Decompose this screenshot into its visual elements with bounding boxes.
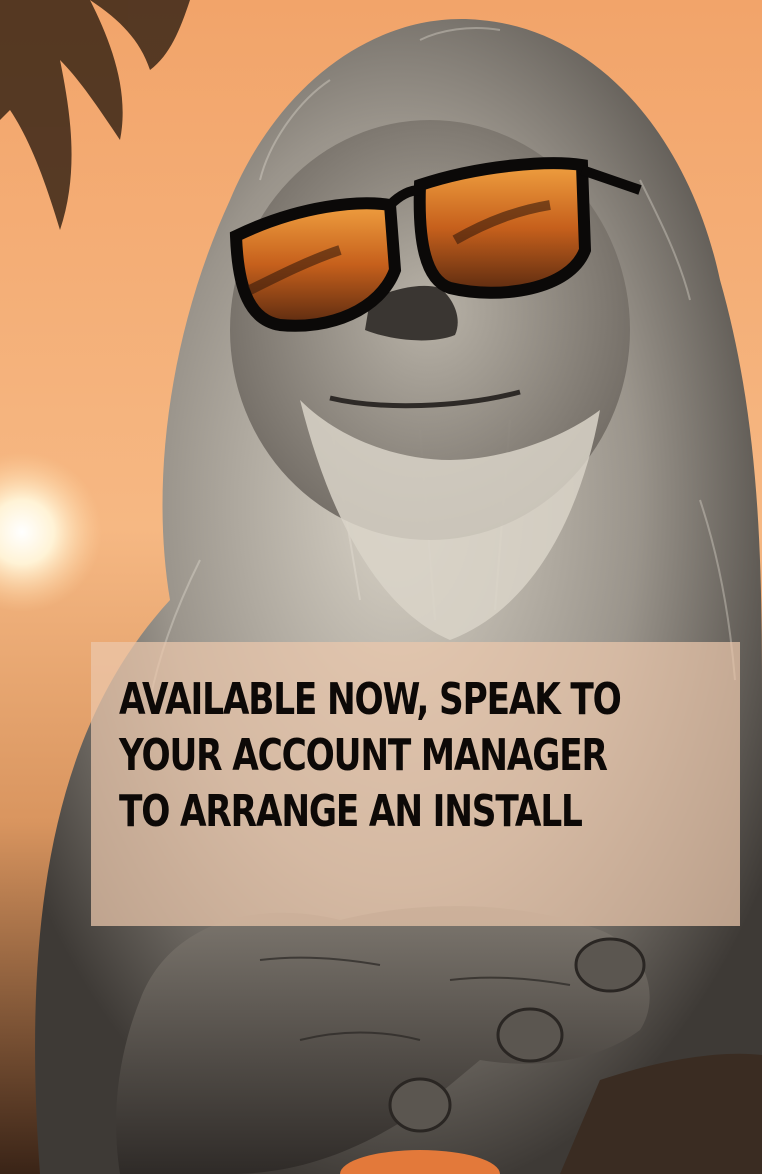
headline: AVAILABLE NOW, SPEAK TO YOUR ACCOUNT MAN… (119, 672, 712, 840)
poster: AVAILABLE NOW, SPEAK TO YOUR ACCOUNT MAN… (0, 0, 762, 1174)
headline-line-3: TO ARRANGE AN INSTALL (119, 786, 583, 837)
scene-illustration (0, 0, 762, 1174)
headline-panel: AVAILABLE NOW, SPEAK TO YOUR ACCOUNT MAN… (91, 642, 740, 926)
headline-line-2: YOUR ACCOUNT MANAGER (119, 730, 608, 781)
headline-line-1: AVAILABLE NOW, SPEAK TO (119, 674, 622, 725)
